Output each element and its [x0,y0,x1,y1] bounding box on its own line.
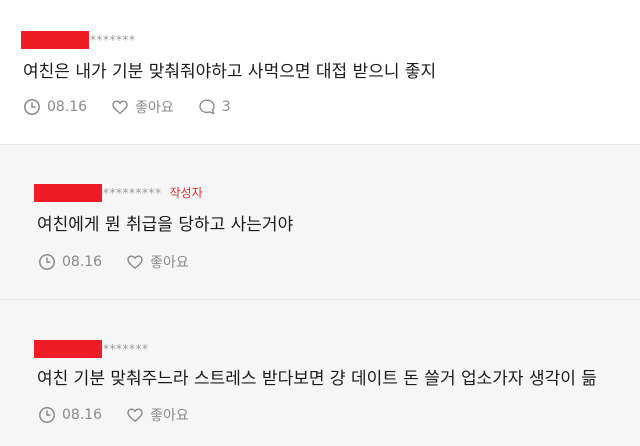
comment-item: ******* 여친은 내가 기분 맞춰줘야하고 사먹으면 대접 받으니 좋지 … [0,0,640,144]
comment-meta: 08.16 좋아요 [38,405,213,425]
date-label: 08.16 [62,254,103,270]
author-masked-id: ******* [103,342,149,356]
like-button[interactable]: 좋아요 [126,405,189,425]
comment-meta: 08.16 좋아요 3 [23,97,255,117]
redacted-name [21,31,89,49]
reply-button[interactable]: 3 [198,98,231,116]
date-label: 08.16 [47,99,88,115]
author-masked-id: ******* [90,33,136,47]
like-label: 좋아요 [150,255,189,271]
comment-date: 08.16 [23,98,87,116]
comment-author[interactable]: ******* [21,31,136,49]
like-label: 좋아요 [150,408,189,424]
comment-author[interactable]: ********* 작성자 [34,184,203,202]
like-button[interactable]: 좋아요 [111,97,174,117]
redacted-name [34,184,102,202]
clock-icon [24,99,40,115]
comment-text: 여친에게 뭔 취급을 당하고 사는거야 [37,215,294,235]
clock-icon [39,254,55,270]
comment-date: 08.16 [38,253,102,271]
author-masked-id: ********* [103,186,162,200]
like-button[interactable]: 좋아요 [126,252,189,272]
comment-meta: 08.16 좋아요 [38,252,213,272]
heart-icon [112,100,128,114]
reply-item: ******* 여친 기분 맞춰주느라 스트레스 받다보면 걍 데이트 돈 쓸거… [0,300,640,446]
comment-date: 08.16 [38,406,102,424]
date-label: 08.16 [62,407,103,423]
heart-icon [127,408,143,422]
like-label: 좋아요 [135,100,174,116]
heart-icon [127,255,143,269]
comment-text: 여친 기분 맞춰주느라 스트레스 받다보면 걍 데이트 돈 쓸거 업소가자 생각… [37,369,597,389]
redacted-name [34,340,102,358]
op-badge: 작성자 [169,186,203,200]
speech-bubble-icon [199,99,215,115]
reply-item: ********* 작성자 여친에게 뭔 취급을 당하고 사는거야 08.16 … [0,145,640,299]
reply-count: 3 [221,99,231,115]
comment-author[interactable]: ******* [34,340,149,358]
clock-icon [39,407,55,423]
comment-text: 여친은 내가 기분 맞춰줘야하고 사먹으면 대접 받으니 좋지 [23,62,437,82]
